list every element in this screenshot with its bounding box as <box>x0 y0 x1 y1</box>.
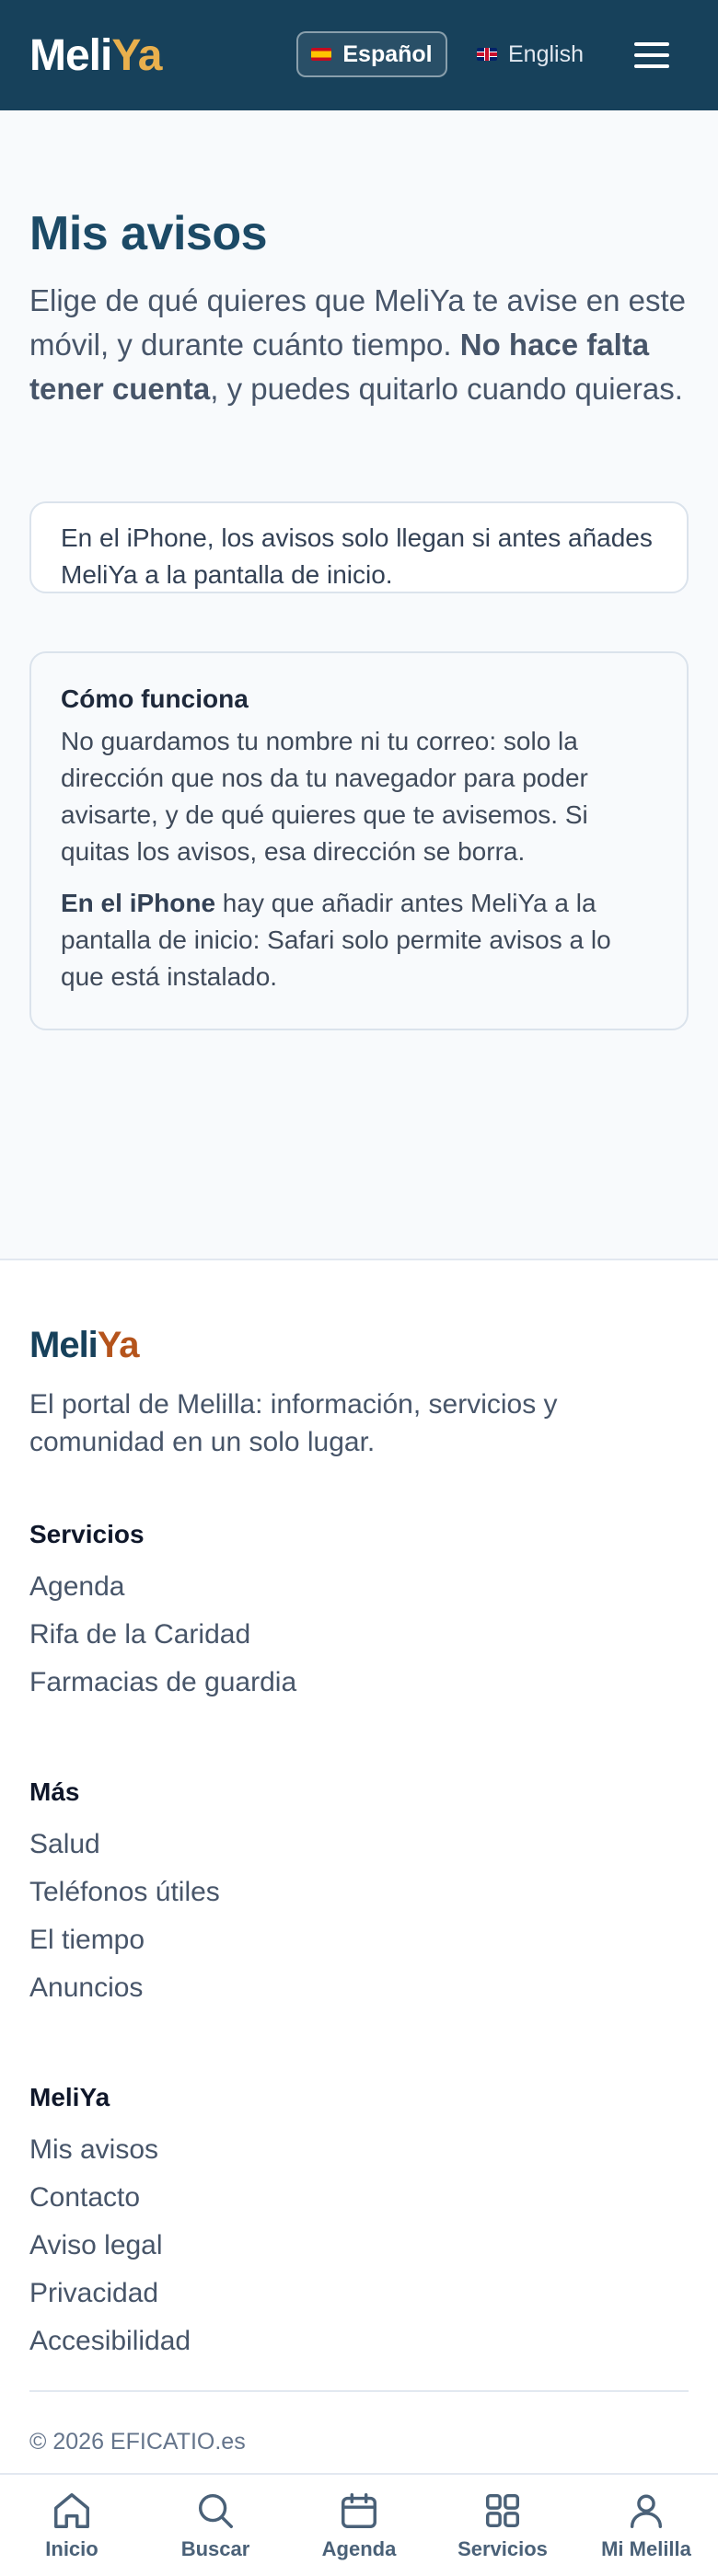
footer-link-anuncios[interactable]: Anuncios <box>29 1972 143 2004</box>
footer-link-contacto[interactable]: Contacto <box>29 2182 140 2214</box>
iphone-notice: En el iPhone, los avisos solo llegan si … <box>29 501 689 593</box>
footer-link-salud[interactable]: Salud <box>29 1829 100 1860</box>
footer-link-mis-avisos[interactable]: Mis avisos <box>29 2134 158 2166</box>
intro-text: Elige de qué quieres que MeliYa te avise… <box>29 283 687 406</box>
site-logo[interactable]: MeliYa <box>29 30 162 81</box>
footer-link-agenda[interactable]: Agenda <box>29 1571 124 1603</box>
language-english-label: English <box>508 40 584 67</box>
site-footer: MeliYa El portal de Melilla: información… <box>0 1259 718 2473</box>
nav-buscar-label: Buscar <box>180 2537 250 2560</box>
footer-heading-servicios: Servicios <box>29 1520 145 1548</box>
page-title: Mis avisos <box>29 207 268 260</box>
uk-flag-icon <box>477 48 497 61</box>
how-it-works-text: No guardamos tu nombre ni tu correo: sol… <box>61 727 588 866</box>
calendar-icon <box>342 2493 376 2528</box>
how-it-works-card: Cómo funciona No guardamos tu nombre ni … <box>29 651 689 1030</box>
hamburger-menu-icon[interactable] <box>626 33 677 77</box>
footer-copyright: © 2026 EFICATIO.es <box>29 2429 246 2455</box>
nav-servicios-label: Servicios <box>457 2537 548 2560</box>
footer-link-telefonos[interactable]: Teléfonos útiles <box>29 1877 220 1908</box>
language-english-button[interactable]: English <box>466 31 595 77</box>
top-header: MeliYa Español English <box>0 0 718 110</box>
bottom-navigation: Inicio Buscar Agenda Servicios Mi Melill… <box>0 2473 718 2576</box>
search-icon <box>198 2493 233 2528</box>
footer-link-privacidad[interactable]: Privacidad <box>29 2278 158 2309</box>
footer-divider <box>29 2390 689 2392</box>
how-it-works-iphone-text: En el iPhone hay que añadir antes MeliYa… <box>61 889 611 991</box>
footer-heading-mas: Más <box>29 1777 80 1806</box>
footer-link-tiempo[interactable]: El tiempo <box>29 1925 145 1956</box>
nav-mi-melilla-label: Mi Melilla <box>601 2537 691 2560</box>
nav-buscar[interactable]: Buscar <box>144 2475 287 2576</box>
user-icon <box>630 2494 663 2528</box>
footer-link-rifa[interactable]: Rifa de la Caridad <box>29 1619 250 1650</box>
how-it-works-title: Cómo funciona <box>61 684 249 713</box>
language-spanish-button[interactable]: Español <box>296 31 447 77</box>
nav-servicios[interactable]: Servicios <box>431 2475 574 2576</box>
nav-agenda[interactable]: Agenda <box>287 2475 431 2576</box>
footer-tagline: El portal de Melilla: información, servi… <box>29 1389 558 1457</box>
language-spanish-label: Español <box>342 40 433 67</box>
footer-link-aviso-legal[interactable]: Aviso legal <box>29 2230 163 2261</box>
footer-link-farmacias[interactable]: Farmacias de guardia <box>29 1667 296 1698</box>
spain-flag-icon <box>311 48 332 61</box>
footer-heading-meliya: MeliYa <box>29 2083 110 2111</box>
nav-mi-melilla[interactable]: Mi Melilla <box>574 2475 718 2576</box>
nav-inicio-label: Inicio <box>45 2537 98 2560</box>
nav-inicio[interactable]: Inicio <box>0 2475 144 2576</box>
footer-link-accesibilidad[interactable]: Accesibilidad <box>29 2326 191 2357</box>
nav-agenda-label: Agenda <box>321 2537 397 2560</box>
home-icon <box>54 2493 89 2528</box>
footer-logo[interactable]: MeliYa <box>29 1325 140 1366</box>
grid-icon <box>485 2493 520 2528</box>
